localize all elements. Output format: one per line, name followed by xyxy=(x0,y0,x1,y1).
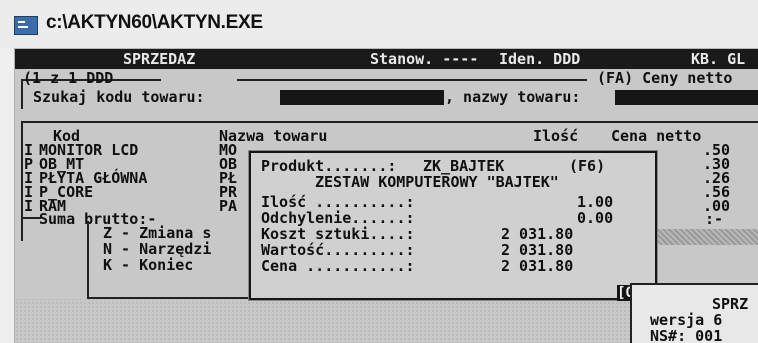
column-header-quantity: Ilość xyxy=(533,127,579,145)
product-name: ZESTAW KOMPUTEROWY "BAJTEK" xyxy=(315,173,559,191)
module-title: SPRZEDAZ xyxy=(123,50,196,68)
window-title: c:\AKTYN60\AKTYN.EXE xyxy=(46,12,263,33)
shaded-area xyxy=(655,229,758,245)
station-indicator: Stanow. ---- xyxy=(370,50,479,68)
price-value[interactable]: 2 031.80 xyxy=(501,257,573,275)
search-name-input[interactable] xyxy=(615,90,758,105)
deviation-value[interactable]: 0.00 xyxy=(577,209,613,227)
window-titlebar[interactable]: c:\AKTYN60\AKTYN.EXE xyxy=(0,0,758,49)
frame-sum-corner xyxy=(21,217,41,219)
f6-shortcut[interactable]: (F6) xyxy=(569,157,605,175)
record-position: (1 z 1 DDD xyxy=(23,69,114,87)
row-name: PA xyxy=(219,197,238,215)
info-serial: NS#: 001 xyxy=(650,327,723,343)
price-mode: (FA) Ceny netto xyxy=(597,69,733,87)
frame-left-lower xyxy=(21,121,23,241)
dos-console[interactable]: SPRZEDAZ Stanow. ---- Iden. DDD KB. GL (… xyxy=(15,49,758,343)
sum-value: :- xyxy=(705,210,724,228)
search-code-label: Szukaj kodu towaru: xyxy=(33,88,205,106)
search-name-label: , nazwy towaru: xyxy=(445,88,581,106)
row-flag: I xyxy=(24,197,34,215)
search-code-input[interactable] xyxy=(280,90,444,105)
product-details-dialog[interactable]: Produkt.......: ZK_BAJTEK (F6) ZESTAW KO… xyxy=(249,151,657,301)
menu-frame-left xyxy=(87,221,89,299)
version-info-box: SPRZ wersja 6 NS#: 001 xyxy=(630,283,758,343)
menu-item-label: K - Koniec xyxy=(103,256,194,274)
frame-top-right xyxy=(237,79,587,81)
column-header-net-price: Cena netto xyxy=(611,127,702,145)
console-app-icon xyxy=(14,16,38,35)
price-label: Cena ...........: xyxy=(261,257,415,275)
window-left-frame xyxy=(0,48,15,343)
header-status-bar: SPRZEDAZ Stanow. ---- Iden. DDD KB. GL xyxy=(15,49,758,69)
ident-indicator: Iden. DDD xyxy=(499,50,581,68)
kb-indicator: KB. GL xyxy=(691,50,746,68)
frame-search-divider xyxy=(21,121,758,123)
